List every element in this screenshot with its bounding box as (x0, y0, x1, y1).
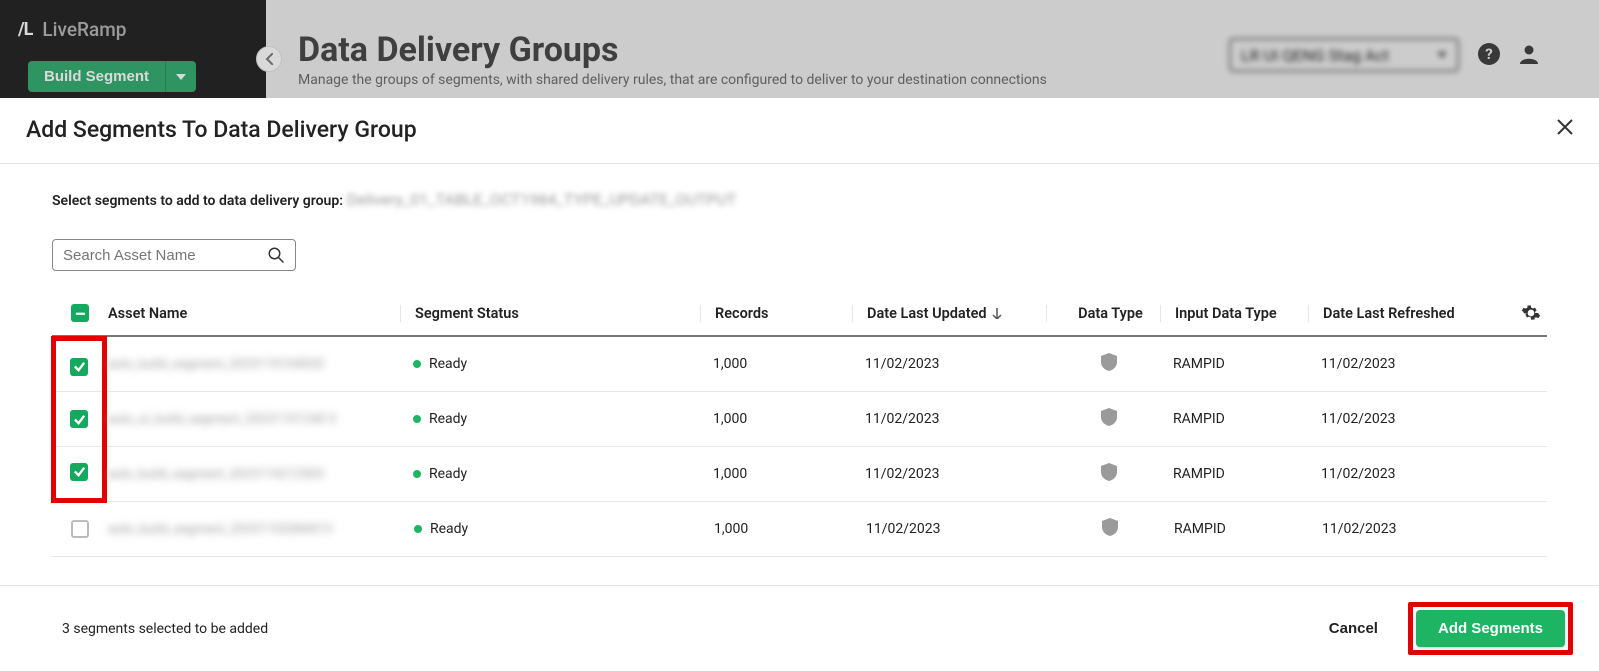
cell-date-refreshed: 11/02/2023 (1307, 411, 1455, 427)
status-text: Ready (430, 521, 468, 537)
cell-date-updated: 11/02/2023 (851, 466, 1045, 482)
modal-footer: 3 segments selected to be added Cancel A… (0, 585, 1599, 671)
cell-asset-name: auto_build_segment_2023110104920 (107, 356, 399, 372)
cell-asset-name: auto_build_segment_2023110212503 (107, 466, 399, 482)
cell-data-type (1045, 463, 1159, 485)
cell-input-data-type: RAMPID (1159, 356, 1307, 372)
cell-asset-name: auto_build_segment_20231102084913 (108, 521, 400, 537)
delivery-group-name: Delivery_01_TABLE_OCT1984_TYPE_UPDATE_OU… (347, 190, 736, 209)
modal-body: Select segments to add to data delivery … (0, 164, 1599, 585)
cell-data-type (1045, 408, 1159, 430)
cell-records: 1,000 (700, 521, 852, 537)
cell-segment-status: Ready (400, 521, 700, 537)
shield-icon (1102, 518, 1118, 536)
search-icon (267, 246, 285, 264)
col-records[interactable]: Records (700, 305, 852, 322)
cell-date-updated: 11/02/2023 (852, 521, 1046, 537)
cell-segment-status: Ready (399, 356, 699, 372)
cell-input-data-type: RAMPID (1160, 521, 1308, 537)
row-checkbox[interactable] (70, 463, 88, 481)
status-dot-icon (413, 415, 421, 423)
asset-name-value: auto_build_segment_2023110212503 (107, 467, 324, 482)
shield-icon (1101, 463, 1117, 481)
add-segments-highlight: Add Segments (1408, 602, 1573, 655)
status-text: Ready (429, 356, 467, 372)
row-checkbox[interactable] (70, 410, 88, 428)
row-checkbox-cell (52, 502, 108, 556)
gear-icon[interactable] (1521, 303, 1541, 323)
close-icon (1557, 119, 1573, 135)
cell-data-type (1045, 353, 1159, 375)
col-segment-status[interactable]: Segment Status (400, 305, 700, 322)
search-input[interactable] (63, 247, 267, 264)
col-asset-name[interactable]: Asset Name (108, 305, 400, 322)
table-row[interactable]: auto_ui_build_segment_20231101240 5 Ready… (52, 392, 1547, 447)
shield-icon (1101, 408, 1117, 426)
modal-title: Add Segments To Data Delivery Group (26, 116, 417, 143)
close-button[interactable] (1557, 118, 1573, 141)
row-checkbox[interactable] (71, 520, 89, 538)
col-date-last-updated-label: Date Last Updated (867, 305, 987, 322)
instruction-prefix: Select segments to add to data delivery … (52, 193, 343, 209)
row-checkbox-cell (51, 391, 107, 448)
select-all-checkbox[interactable] (71, 304, 89, 322)
cell-records: 1,000 (699, 466, 851, 482)
cell-records: 1,000 (699, 356, 851, 372)
cancel-button[interactable]: Cancel (1321, 610, 1386, 647)
modal-instruction: Select segments to add to data delivery … (52, 190, 1547, 209)
asset-name-value: auto_build_segment_2023110104920 (107, 357, 324, 372)
row-checkbox[interactable] (70, 358, 88, 376)
col-date-last-refreshed[interactable]: Date Last Refreshed (1308, 305, 1456, 322)
status-dot-icon (413, 360, 421, 368)
modal-backdrop (0, 0, 1599, 98)
cell-input-data-type: RAMPID (1159, 466, 1307, 482)
segments-table: Asset Name Segment Status Records Date L… (52, 295, 1547, 557)
asset-name-value: auto_build_segment_20231102084913 (108, 522, 332, 537)
row-checkbox-cell (51, 336, 107, 393)
col-input-data-type[interactable]: Input Data Type (1160, 305, 1308, 322)
cell-records: 1,000 (699, 411, 851, 427)
shield-icon (1101, 353, 1117, 371)
table-row[interactable]: auto_build_segment_20231102084913 Ready 1,… (52, 502, 1547, 557)
status-dot-icon (414, 525, 422, 533)
row-checkbox-cell (51, 446, 107, 503)
table-row[interactable]: auto_build_segment_2023110104920 Ready 1,0… (52, 337, 1547, 392)
add-segments-button[interactable]: Add Segments (1416, 610, 1565, 647)
cell-date-refreshed: 11/02/2023 (1308, 521, 1456, 537)
cell-date-refreshed: 11/02/2023 (1307, 356, 1455, 372)
sort-desc-icon (991, 307, 1003, 319)
table-body: auto_build_segment_2023110104920 Ready 1,0… (52, 337, 1547, 557)
add-segments-modal: Add Segments To Data Delivery Group Sele… (0, 98, 1599, 671)
selection-count: 3 segments selected to be added (62, 621, 268, 637)
cell-date-updated: 11/02/2023 (851, 356, 1045, 372)
cell-date-updated: 11/02/2023 (851, 411, 1045, 427)
cell-input-data-type: RAMPID (1159, 411, 1307, 427)
asset-name-value: auto_ui_build_segment_20231101240 5 (107, 412, 336, 427)
table-header: Asset Name Segment Status Records Date L… (52, 295, 1547, 337)
cell-segment-status: Ready (399, 466, 699, 482)
modal-header: Add Segments To Data Delivery Group (0, 98, 1599, 164)
cell-segment-status: Ready (399, 411, 699, 427)
search-field[interactable] (52, 239, 296, 271)
cell-date-refreshed: 11/02/2023 (1307, 466, 1455, 482)
col-data-type[interactable]: Data Type (1046, 305, 1160, 322)
table-row[interactable]: auto_build_segment_2023110212503 Ready 1,0… (52, 447, 1547, 502)
status-text: Ready (429, 411, 467, 427)
cell-asset-name: auto_ui_build_segment_20231101240 5 (107, 411, 399, 427)
status-dot-icon (413, 470, 421, 478)
col-date-last-updated[interactable]: Date Last Updated (852, 305, 1046, 322)
cell-data-type (1046, 518, 1160, 540)
status-text: Ready (429, 466, 467, 482)
